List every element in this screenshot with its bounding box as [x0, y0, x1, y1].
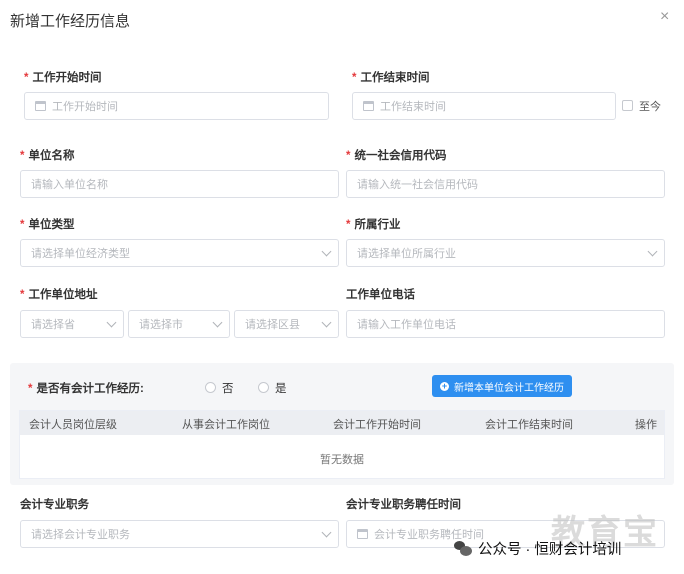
district-select[interactable]: 请选择区县 [234, 310, 339, 338]
column-header: 操作 [635, 419, 657, 431]
column-header: 会计工作开始时间 [333, 419, 421, 431]
wechat-watermark: 公众号 · 恒财会计培训 [454, 538, 621, 559]
professional-title-placeholder: 请选择会计专业职务 [31, 529, 130, 541]
professional-title-select[interactable]: 请选择会计专业职务 [20, 520, 339, 548]
required-mark: * [28, 383, 33, 395]
company-name-label: * 单位名称 [20, 147, 74, 163]
until-now-checkbox[interactable] [622, 100, 633, 111]
company-type-label-text: 单位类型 [28, 219, 75, 231]
add-accounting-experience-button[interactable]: + 新增本单位会计工作经历 [432, 375, 572, 397]
industry-placeholder: 请选择单位所属行业 [357, 248, 456, 260]
chevron-down-icon [106, 317, 117, 328]
end-time-picker[interactable]: 工作结束时间 [352, 92, 616, 120]
column-header: 会计人员岗位层级 [29, 419, 117, 431]
required-mark: * [20, 219, 25, 231]
phone-input[interactable]: 请输入工作单位电话 [346, 310, 665, 338]
watermark-text: 公众号 · 恒财会计培训 [478, 542, 622, 558]
company-type-placeholder: 请选择单位经济类型 [31, 248, 130, 260]
company-name-label-text: 单位名称 [28, 150, 75, 162]
city-placeholder: 请选择市 [139, 319, 183, 331]
professional-title-label: 会计专业职务 [20, 499, 89, 511]
required-mark: * [20, 289, 25, 301]
calendar-icon [363, 101, 374, 111]
address-label: * 工作单位地址 [20, 286, 97, 302]
required-mark: * [24, 72, 29, 84]
company-type-label: * 单位类型 [20, 216, 74, 232]
radio-yes[interactable] [258, 382, 269, 393]
calendar-icon [35, 101, 46, 111]
wechat-icon [454, 540, 472, 557]
chevron-down-icon [321, 527, 332, 538]
plus-circle-icon: + [440, 380, 449, 391]
radio-no-label[interactable]: 否 [222, 380, 234, 396]
chevron-down-icon [212, 317, 223, 328]
dialog-title: 新增工作经历信息 [10, 13, 131, 30]
address-label-text: 工作单位地址 [28, 289, 98, 301]
industry-label-text: 所属行业 [354, 219, 401, 231]
start-time-label: * 工作开始时间 [24, 69, 101, 85]
start-time-label-text: 工作开始时间 [32, 72, 102, 84]
accounting-experience-table: 会计人员岗位层级 从事会计工作岗位 会计工作开始时间 会计工作结束时间 操作 暂… [19, 410, 665, 479]
required-mark: * [346, 219, 351, 231]
column-header: 从事会计工作岗位 [182, 419, 270, 431]
appointment-time-label: 会计专业职务聘任时间 [346, 499, 461, 511]
table-header: 会计人员岗位层级 从事会计工作岗位 会计工作开始时间 会计工作结束时间 操作 [20, 411, 664, 435]
chevron-down-icon [321, 246, 332, 257]
empty-state-text: 暂无数据 [320, 454, 364, 466]
province-select[interactable]: 请选择省 [20, 310, 124, 338]
start-time-picker[interactable]: 工作开始时间 [24, 92, 329, 120]
phone-label: 工作单位电话 [346, 289, 415, 301]
end-time-label: * 工作结束时间 [352, 69, 429, 85]
add-button-label: 新增本单位会计工作经历 [454, 382, 564, 394]
close-icon[interactable]: × [660, 9, 669, 25]
has-accounting-label-text: 是否有会计工作经历: [36, 383, 144, 395]
province-placeholder: 请选择省 [31, 319, 75, 331]
start-time-placeholder: 工作开始时间 [52, 101, 118, 113]
has-accounting-label: * 是否有会计工作经历: [28, 380, 144, 396]
city-select[interactable]: 请选择市 [128, 310, 230, 338]
chevron-down-icon [321, 317, 332, 328]
radio-no[interactable] [205, 382, 216, 393]
radio-yes-label[interactable]: 是 [275, 380, 287, 396]
column-header: 会计工作结束时间 [485, 419, 573, 431]
company-name-input[interactable]: 请输入单位名称 [20, 170, 339, 198]
company-name-placeholder: 请输入单位名称 [31, 179, 108, 191]
district-placeholder: 请选择区县 [245, 319, 300, 331]
company-type-select[interactable]: 请选择单位经济类型 [20, 239, 339, 267]
industry-select[interactable]: 请选择单位所属行业 [346, 239, 665, 267]
credit-code-input[interactable]: 请输入统一社会信用代码 [346, 170, 665, 198]
required-mark: * [20, 150, 25, 162]
required-mark: * [346, 150, 351, 162]
end-time-label-text: 工作结束时间 [360, 72, 430, 84]
credit-code-label-text: 统一社会信用代码 [354, 150, 447, 162]
calendar-icon [357, 529, 368, 539]
chevron-down-icon [647, 246, 658, 257]
end-time-placeholder: 工作结束时间 [380, 101, 446, 113]
credit-code-placeholder: 请输入统一社会信用代码 [357, 179, 478, 191]
until-now-label[interactable]: 至今 [639, 98, 661, 114]
credit-code-label: * 统一社会信用代码 [346, 147, 446, 163]
phone-placeholder: 请输入工作单位电话 [357, 319, 456, 331]
industry-label: * 所属行业 [346, 216, 400, 232]
required-mark: * [352, 72, 357, 84]
